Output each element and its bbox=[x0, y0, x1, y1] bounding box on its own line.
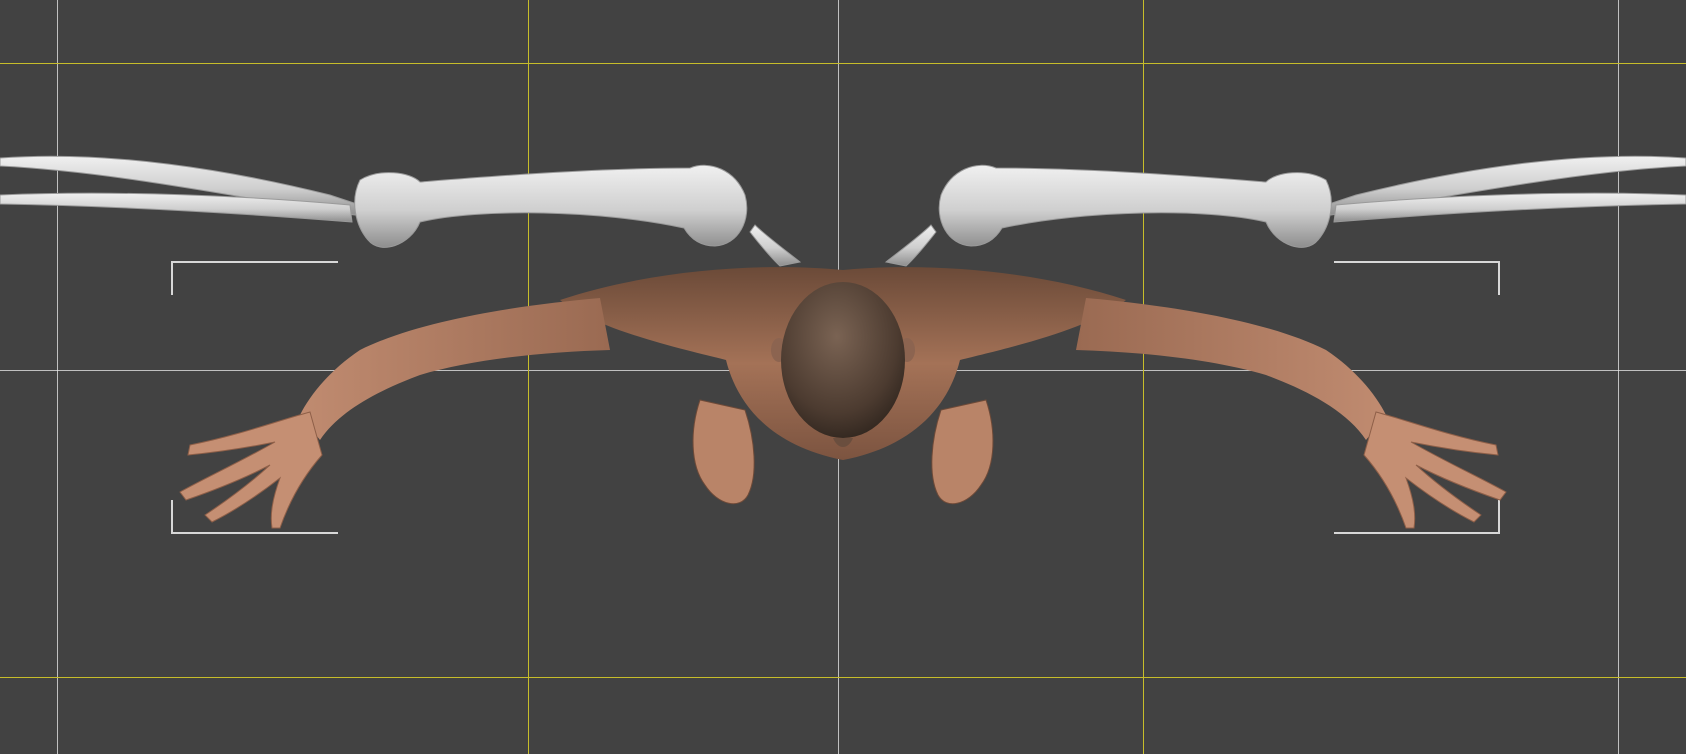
left-arm bbox=[300, 298, 610, 440]
left-hand bbox=[179, 411, 323, 529]
head bbox=[781, 282, 905, 438]
3d-viewport[interactable] bbox=[0, 0, 1686, 754]
right-arm bbox=[1076, 298, 1386, 440]
left-wing-bones bbox=[0, 155, 802, 267]
right-hand bbox=[1363, 411, 1507, 529]
scene-render bbox=[0, 155, 1686, 534]
right-wing-bones bbox=[884, 155, 1686, 267]
